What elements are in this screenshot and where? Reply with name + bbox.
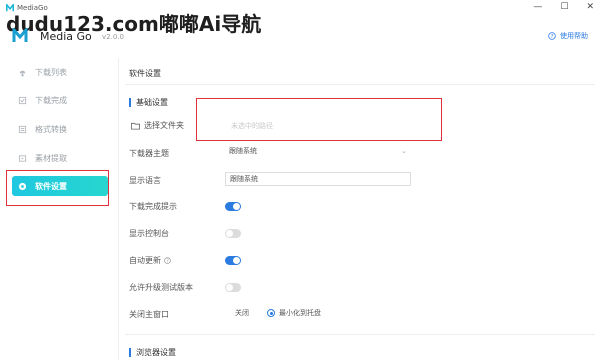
radio-quit-label[interactable]: 关闭: [235, 308, 249, 318]
help-label: 使用帮助: [560, 32, 588, 40]
svg-text:?: ?: [166, 258, 169, 264]
brand-logo-icon: [12, 28, 28, 42]
divider: [125, 334, 595, 335]
display-language-select[interactable]: 跟随系统: [225, 172, 411, 186]
sidebar: 下载列表 下载完成 格式转换 素材提取 软件设置: [0, 58, 114, 360]
info-icon[interactable]: ?: [164, 257, 171, 264]
divider: [125, 84, 595, 85]
auto-update-label: 自动更新: [129, 256, 161, 265]
convert-icon: [18, 125, 27, 133]
sidebar-item-download-complete[interactable]: 下载完成: [12, 90, 108, 110]
download-theme-label: 下载器主题: [129, 149, 169, 158]
page-title: 软件设置: [129, 69, 161, 78]
radio-tray-label[interactable]: 最小化到托盘: [279, 308, 321, 318]
app-header: Media Go v2.0.0 ? 使用帮助: [0, 20, 600, 58]
sidebar-item-label: 下载列表: [35, 67, 67, 77]
browser-settings-heading: 浏览器设置: [129, 348, 176, 357]
sidebar-item-label: 素材提取: [35, 153, 67, 163]
download-icon: [19, 70, 26, 77]
svg-text:?: ?: [551, 34, 554, 40]
auto-update-row: 自动更新 ?: [129, 255, 171, 266]
minimize-button[interactable]: —: [533, 2, 542, 12]
download-complete-tip-toggle[interactable]: [225, 202, 241, 211]
allow-beta-label: 允许升级测试版本: [129, 283, 193, 292]
brand-name: Media Go: [40, 30, 92, 43]
close-button[interactable]: ✕: [586, 2, 594, 12]
version-label: v2.0.0: [102, 33, 124, 41]
sidebar-item-format-convert[interactable]: 格式转换: [12, 119, 108, 139]
check-list-icon: [18, 96, 27, 104]
sidebar-item-label: 格式转换: [35, 124, 67, 134]
annotation-box-sidebar: [6, 170, 109, 206]
auto-update-toggle[interactable]: [225, 256, 241, 265]
select-folder-label: 选择文件夹: [144, 121, 184, 130]
download-theme-select[interactable]: 跟随系统 ⌄: [225, 145, 411, 159]
basic-settings-heading: 基础设置: [129, 98, 168, 107]
sidebar-item-download-list[interactable]: 下载列表: [12, 62, 108, 82]
select-folder-button[interactable]: 选择文件夹: [131, 120, 184, 131]
display-language-label: 显示语言: [129, 176, 161, 185]
radio-tray[interactable]: [267, 309, 275, 317]
show-console-label: 显示控制台: [129, 229, 169, 238]
help-icon: ?: [548, 32, 556, 40]
annotation-box-folder: [196, 98, 442, 141]
extract-icon: [18, 154, 27, 162]
help-link[interactable]: ? 使用帮助: [548, 31, 588, 41]
download-theme-value: 跟随系统: [229, 147, 257, 155]
maximize-button[interactable]: ☐: [560, 2, 568, 12]
chevron-down-icon: ⌄: [401, 147, 407, 155]
close-main-window-label: 关闭主窗口: [129, 310, 169, 319]
folder-icon: [131, 122, 140, 130]
sidebar-item-material-extract[interactable]: 素材提取: [12, 148, 108, 168]
close-behavior-radio-group: 关闭 最小化到托盘: [225, 308, 321, 318]
show-console-toggle[interactable]: [225, 229, 241, 238]
sidebar-item-label: 下载完成: [35, 95, 67, 105]
download-complete-tip-label: 下载完成提示: [129, 202, 177, 211]
allow-beta-toggle[interactable]: [225, 283, 241, 292]
display-language-value: 跟随系统: [230, 175, 258, 183]
